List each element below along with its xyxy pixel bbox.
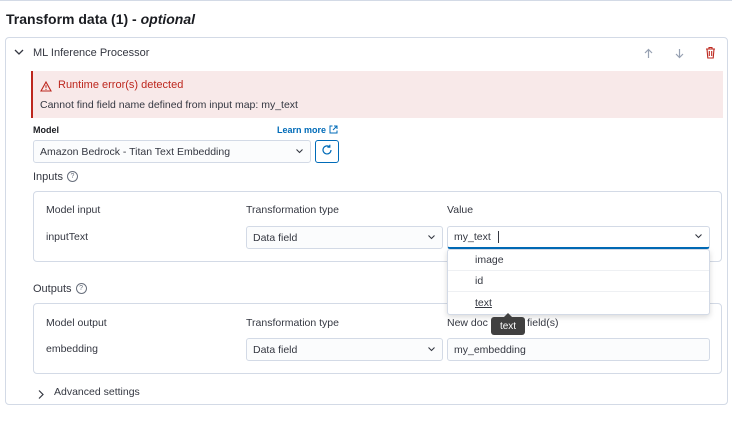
text-cursor xyxy=(497,231,499,243)
chevron-down-icon xyxy=(427,344,436,355)
input-value-combobox[interactable]: my_text xyxy=(447,226,710,249)
col-transformation-type: Transformation type xyxy=(246,317,339,329)
col-new-document-field-right: field(s) xyxy=(527,317,559,329)
dropdown-option-image[interactable]: image xyxy=(448,250,709,271)
page-title: Transform data (1) - optional xyxy=(6,11,195,27)
refresh-button[interactable] xyxy=(315,140,339,163)
trash-icon[interactable] xyxy=(704,46,717,62)
advanced-settings-toggle[interactable]: Advanced settings xyxy=(54,386,140,398)
page-title-optional: optional xyxy=(140,11,196,27)
model-select-value: Amazon Bedrock - Titan Text Embedding xyxy=(40,145,231,158)
value-dropdown-list: image id text xyxy=(447,249,710,315)
input-transformation-select[interactable]: Data field xyxy=(246,226,443,249)
refresh-icon xyxy=(321,144,333,159)
model-label: Model xyxy=(33,125,59,135)
processor-title: ML Inference Processor xyxy=(33,47,150,59)
learn-more-label: Learn more xyxy=(277,125,327,135)
inputs-label-text: Inputs xyxy=(33,171,63,183)
col-model-output: Model output xyxy=(46,317,107,329)
help-icon[interactable]: ? xyxy=(75,283,87,294)
chevron-down-icon xyxy=(694,232,703,243)
top-divider xyxy=(0,0,732,1)
model-select[interactable]: Amazon Bedrock - Titan Text Embedding xyxy=(33,140,311,163)
col-new-document-field-left: New doc xyxy=(447,317,488,329)
warning-icon xyxy=(40,79,52,97)
callout-title: Runtime error(s) detected xyxy=(58,79,184,91)
chevron-right-icon[interactable] xyxy=(36,387,46,405)
output-transformation-select[interactable]: Data field xyxy=(246,338,443,361)
external-link-icon xyxy=(329,125,338,135)
tooltip: text xyxy=(491,317,525,335)
input-transformation-value: Data field xyxy=(253,231,298,244)
learn-more-link[interactable]: Learn more xyxy=(277,125,338,135)
arrow-up-icon[interactable] xyxy=(643,47,654,62)
output-transformation-value: Data field xyxy=(253,343,298,356)
inputs-label: Inputs? xyxy=(33,171,78,183)
outputs-label-text: Outputs xyxy=(33,283,72,295)
chevron-down-icon xyxy=(427,232,436,243)
callout-message: Cannot find field name defined from inpu… xyxy=(40,99,298,111)
chevron-down-icon xyxy=(295,146,304,157)
model-output-value: embedding xyxy=(46,343,98,355)
help-icon[interactable]: ? xyxy=(66,171,78,182)
page-title-text: Transform data (1) - xyxy=(6,11,137,27)
input-value-text: my_text xyxy=(454,231,491,243)
arrow-down-icon[interactable] xyxy=(674,47,685,62)
model-input-value: inputText xyxy=(46,231,89,243)
col-transformation-type: Transformation type xyxy=(246,204,339,216)
output-field-input[interactable]: my_embedding xyxy=(447,338,710,361)
dropdown-option-text[interactable]: text xyxy=(448,292,709,313)
outputs-label: Outputs? xyxy=(33,283,87,295)
col-model-input: Model input xyxy=(46,204,101,216)
col-value: Value xyxy=(447,204,474,216)
dropdown-option-id[interactable]: id xyxy=(448,271,709,292)
chevron-down-icon[interactable] xyxy=(13,46,25,61)
output-field-value: my_embedding xyxy=(454,343,526,356)
